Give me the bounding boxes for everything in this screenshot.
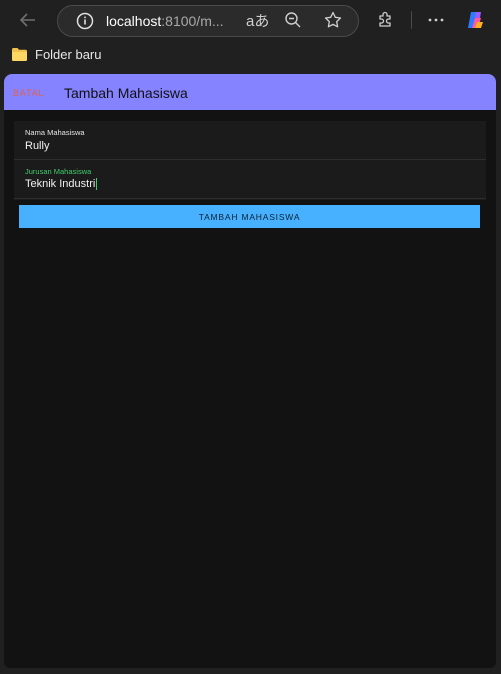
major-field[interactable]: Jurusan Mahasiswa Teknik Industri (14, 160, 486, 199)
url-host: localhost (106, 13, 162, 29)
favorite-star-icon[interactable] (323, 10, 343, 30)
toolbar-divider (411, 11, 412, 29)
bookmarks-bar: Folder baru (0, 40, 501, 72)
info-icon[interactable] (76, 12, 94, 30)
translate-icon[interactable]: aあ (246, 10, 269, 31)
name-field-label: Nama Mahasiswa (25, 128, 85, 137)
more-options-icon[interactable] (424, 8, 448, 32)
text-caret (96, 178, 98, 191)
window-bottom-edge (0, 668, 501, 674)
page-header: BATAL Tambah Mahasiswa (4, 74, 496, 110)
cancel-button[interactable]: BATAL (13, 88, 44, 98)
bookmark-label: Folder baru (35, 47, 102, 62)
zoom-out-icon[interactable] (284, 11, 302, 29)
bookmark-folder-baru[interactable]: Folder baru (11, 47, 101, 62)
major-input[interactable]: Teknik Industri (25, 178, 98, 191)
back-arrow-icon[interactable] (16, 8, 40, 32)
extensions-icon[interactable] (373, 8, 397, 32)
add-student-button[interactable]: TAMBAH MAHASISWA (19, 205, 480, 228)
app-frame: BATAL Tambah Mahasiswa Nama Mahasiswa Ru… (4, 74, 496, 668)
student-form: Nama Mahasiswa Rully Jurusan Mahasiswa T… (14, 121, 486, 200)
name-input[interactable]: Rully (25, 140, 49, 152)
url-text[interactable]: localhost:8100/m... (106, 13, 224, 29)
major-input-value: Teknik Industri (25, 178, 96, 190)
url-path: :8100/m... (161, 13, 224, 29)
page-title: Tambah Mahasiswa (64, 85, 188, 101)
name-field[interactable]: Nama Mahasiswa Rully (14, 121, 486, 160)
major-field-label: Jurusan Mahasiswa (25, 167, 92, 176)
folder-icon (12, 48, 27, 61)
address-bar[interactable]: localhost:8100/m... aあ (57, 5, 359, 37)
browser-toolbar: localhost:8100/m... aあ (0, 0, 501, 40)
copilot-icon[interactable] (463, 8, 487, 32)
